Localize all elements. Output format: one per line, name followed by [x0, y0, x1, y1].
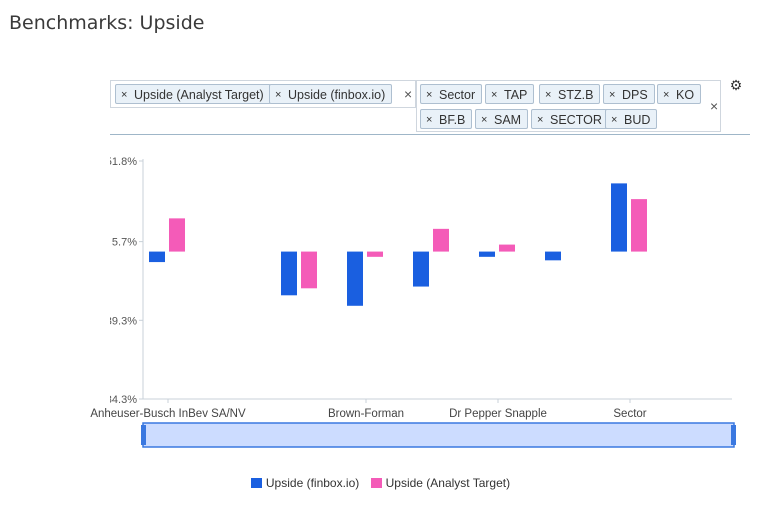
x-tick-label: Dr Pepper Snapple — [449, 408, 547, 420]
legend-swatch-finbox — [250, 478, 262, 488]
bar-analyst[interactable] — [367, 251, 383, 257]
bar-finbox[interactable] — [281, 251, 297, 296]
bar-finbox[interactable] — [413, 251, 429, 287]
y-tick-label: 84.3% — [106, 394, 137, 406]
x-tick-label: Anheuser-Busch InBev SA/NV — [90, 408, 246, 420]
legend-label-analyst: Upside (Analyst Target) — [385, 476, 511, 490]
chart-axes — [139, 159, 732, 403]
y-label-clip — [0, 150, 110, 410]
legend-item-analyst[interactable]: Upside (Analyst Target) — [370, 476, 511, 490]
bar-analyst[interactable] — [631, 199, 647, 252]
navigator-handle-left[interactable] — [141, 425, 146, 445]
chart-labels: 51.8% 5.7% 39.3% 84.3% Anheuser-Busch InBev … — [0, 150, 647, 420]
navigator-handle-right[interactable] — [731, 425, 736, 445]
bar-finbox[interactable] — [479, 251, 495, 257]
x-tick-label: Brown-Forman — [328, 408, 404, 420]
legend-item-finbox[interactable]: Upside (finbox.io) — [250, 476, 360, 490]
bar-finbox[interactable] — [611, 183, 627, 252]
bar-finbox[interactable] — [149, 251, 165, 263]
chart-bars — [149, 183, 647, 306]
bar-analyst[interactable] — [169, 218, 185, 252]
y-tick-label: 51.8% — [106, 156, 137, 168]
bar-finbox[interactable] — [347, 251, 363, 306]
bar-analyst[interactable] — [499, 244, 515, 252]
benchmark-chart: 51.8% 5.7% 39.3% 84.3% Anheuser-Busch InBev … — [0, 150, 736, 448]
bar-analyst[interactable] — [301, 251, 317, 289]
x-tick-label: Sector — [613, 408, 646, 420]
bar-finbox[interactable] — [545, 251, 561, 261]
range-navigator[interactable] — [141, 422, 736, 448]
bar-analyst[interactable] — [433, 228, 449, 252]
y-tick-label: 5.7% — [112, 237, 137, 249]
legend-label-finbox: Upside (finbox.io) — [265, 476, 360, 490]
navigator-range[interactable] — [142, 422, 735, 448]
legend-swatch-analyst — [370, 478, 382, 488]
chart-legend: Upside (finbox.io) Upside (Analyst Targe… — [0, 476, 761, 490]
y-tick-label: 39.3% — [106, 315, 137, 327]
